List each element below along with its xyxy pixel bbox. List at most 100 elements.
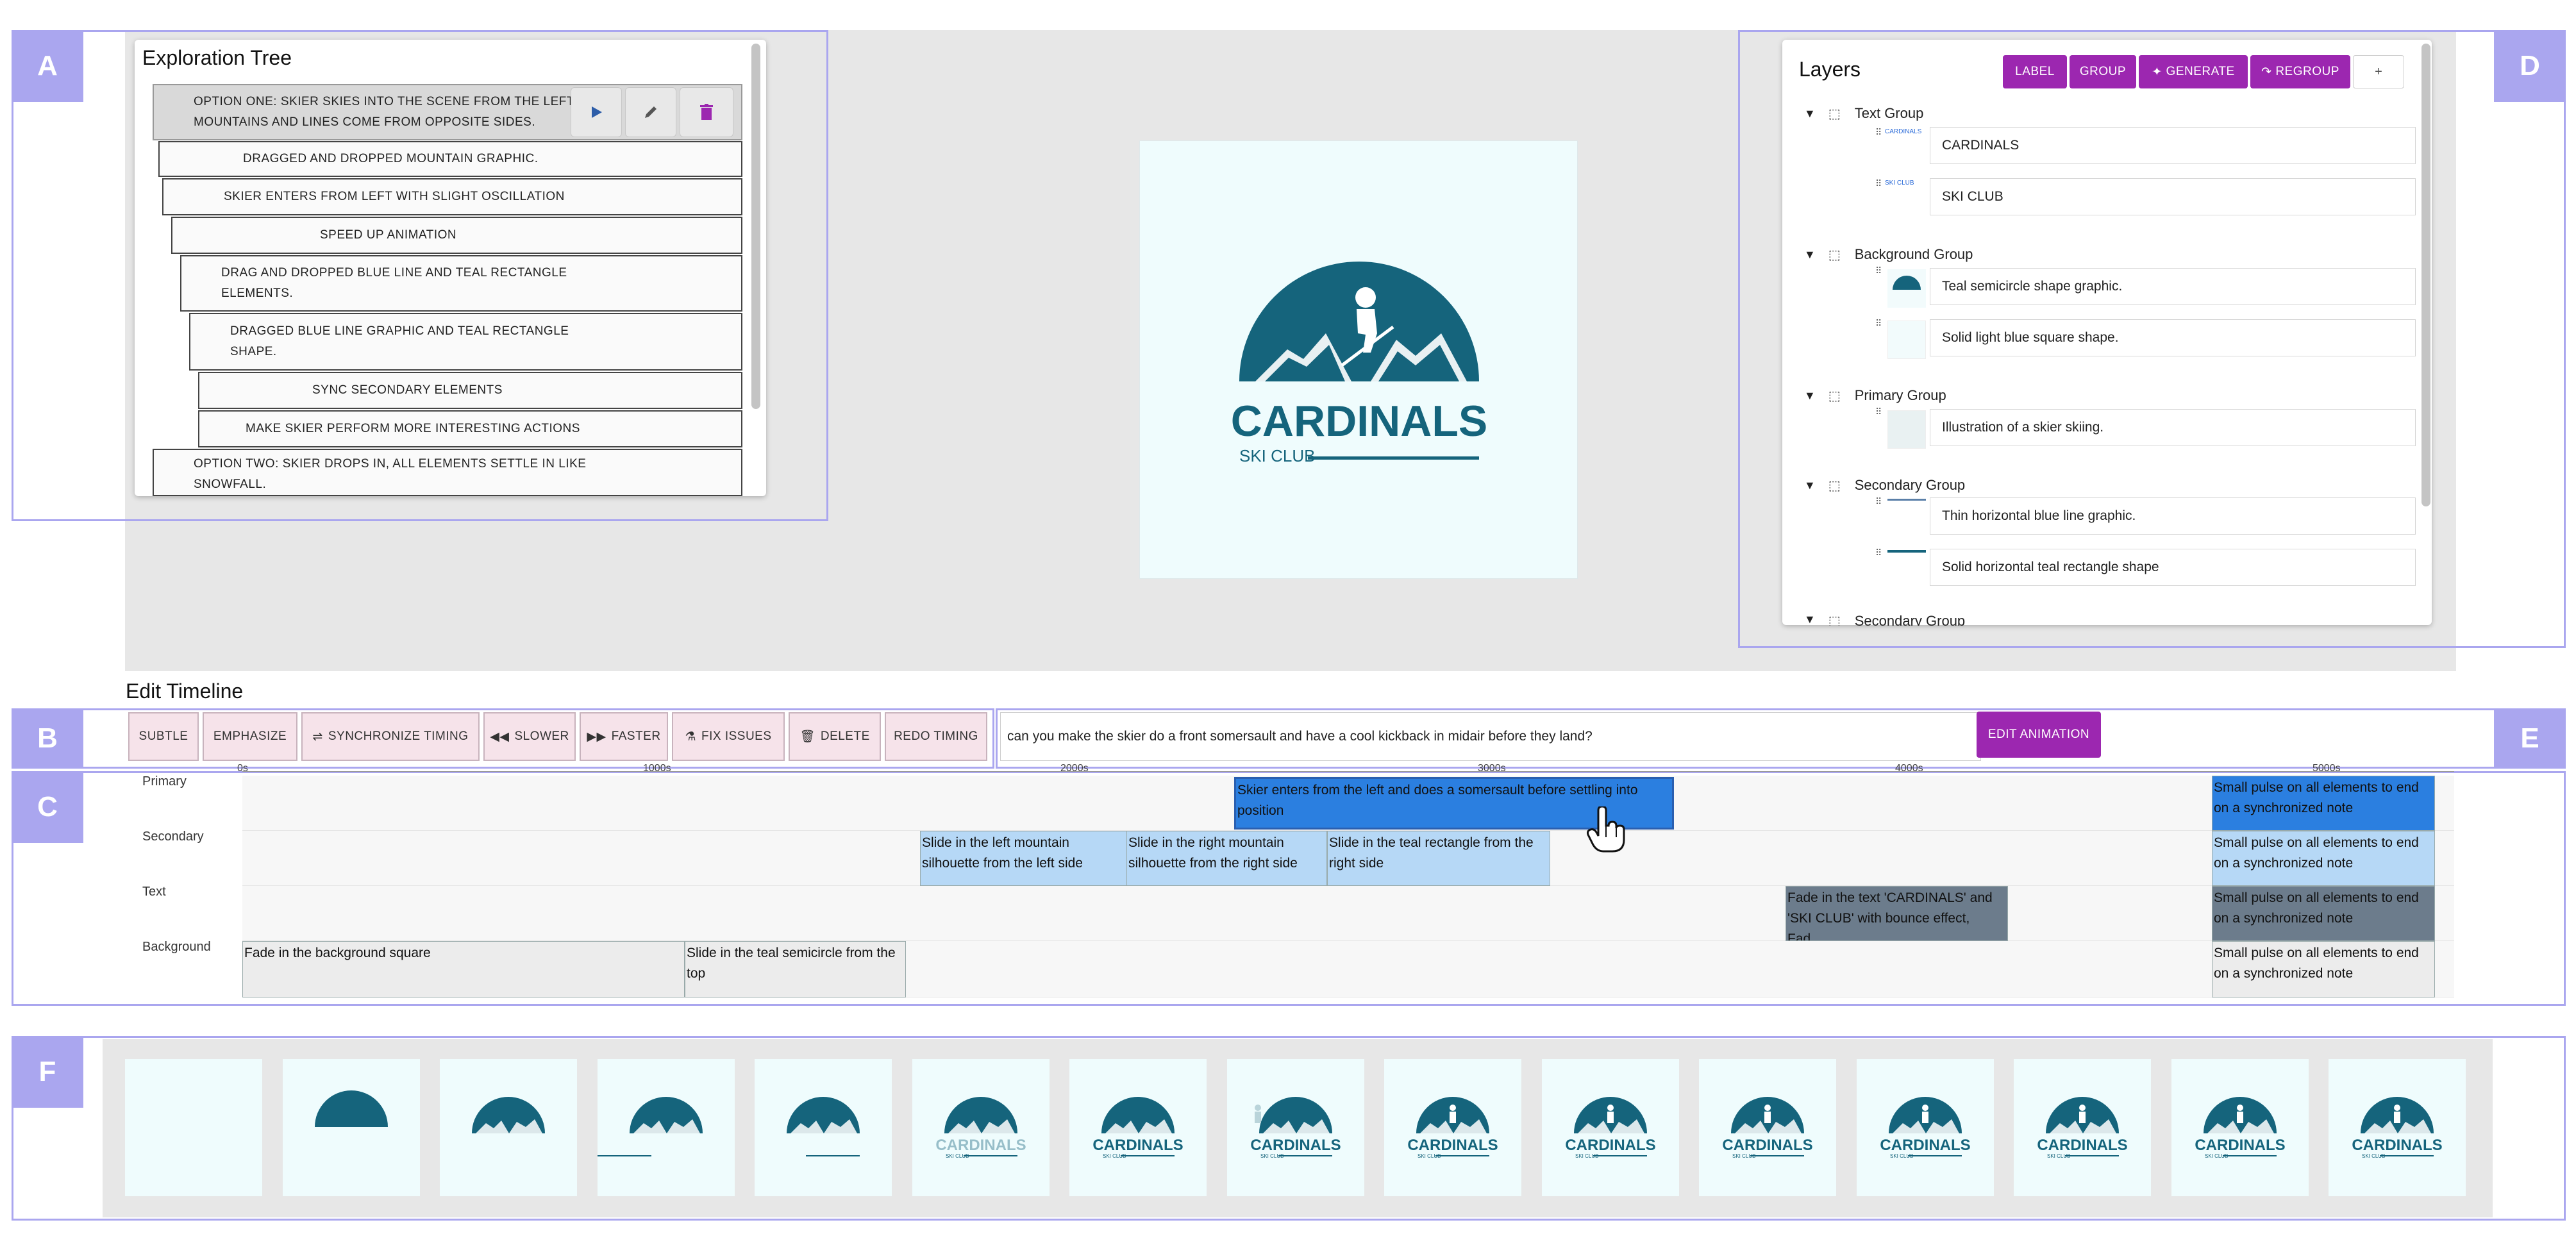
tree-node[interactable]: SKIER ENTERS FROM LEFT WITH SLIGHT OSCIL… <box>162 178 742 215</box>
group-name: Text Group <box>1854 105 1924 121</box>
layer-name-field[interactable]: Solid light blue square shape. <box>1930 319 2416 356</box>
animation-prompt-input[interactable]: can you make the skier do a front somers… <box>1000 712 1981 761</box>
edit-node-button[interactable] <box>625 87 676 137</box>
filmstrip-frame[interactable]: CARDINALS SKI CLUB <box>1699 1059 1836 1196</box>
hand-cursor-icon <box>1587 805 1625 856</box>
layer-group-secondary-2[interactable]: ▼ ⬚ Secondary Group <box>1804 613 1965 626</box>
layer-group-background[interactable]: ▼ ⬚ Background Group <box>1804 245 1973 264</box>
filmstrip-frame[interactable]: CARDINALS SKI CLUB <box>912 1059 1050 1196</box>
timeline-clip[interactable]: Small pulse on all elements to end on a … <box>2212 886 2435 941</box>
subtle-button[interactable]: SUBTLE <box>128 712 199 761</box>
square-thumbnail <box>1887 321 1926 359</box>
faster-button[interactable]: ▶▶ FASTER <box>580 712 668 761</box>
layer-name-field[interactable]: SKI CLUB <box>1930 178 2416 215</box>
timeline-clip[interactable]: Slide in the left mountain silhouette fr… <box>920 831 1128 886</box>
frame-sub-text: SKI CLUB <box>1418 1153 1441 1159</box>
frame-brand-text: CARDINALS <box>2352 1137 2442 1154</box>
tree-node-label: DRAGGED AND DROPPED MOUNTAIN GRAPHIC. <box>243 152 539 165</box>
play-button[interactable] <box>571 87 622 137</box>
synchronize-timing-button[interactable]: ⇌ SYNCHRONIZE TIMING <box>301 712 480 761</box>
artboard[interactable]: CARDINALS SKI CLUB <box>1139 140 1578 579</box>
filmstrip-frame[interactable] <box>597 1059 735 1196</box>
region-f-tag: F <box>12 1036 83 1108</box>
layers-scrollbar[interactable] <box>2421 44 2430 506</box>
filmstrip-frame[interactable]: CARDINALS SKI CLUB <box>2171 1059 2309 1196</box>
tree-node[interactable]: DRAG AND DROPPED BLUE LINE AND TEAL RECT… <box>180 255 742 312</box>
timeline-clip[interactable]: Slide in the right mountain silhouette f… <box>1126 831 1327 886</box>
drag-handle-icon[interactable]: ⠿ <box>1875 547 1882 558</box>
frame-sub-text: SKI CLUB <box>2205 1153 2228 1159</box>
emphasize-button[interactable]: EMPHASIZE <box>203 712 297 761</box>
tree-node[interactable]: MAKE SKIER PERFORM MORE INTERESTING ACTI… <box>198 410 742 447</box>
edit-animation-button[interactable]: EDIT ANIMATION <box>1977 712 2101 758</box>
filmstrip-frame[interactable]: CARDINALS SKI CLUB <box>2329 1059 2466 1196</box>
tree-node-label: ELEMENTS. <box>221 287 294 300</box>
track-label-background: Background <box>142 940 211 954</box>
generate-button[interactable]: ✦ GENERATE <box>2139 55 2248 88</box>
layer-group-primary[interactable]: ▼ ⬚ Primary Group <box>1804 386 1946 405</box>
slower-button[interactable]: ◀◀ SLOWER <box>483 712 576 761</box>
tree-node-label: SKIER ENTERS FROM LEFT WITH SLIGHT OSCIL… <box>224 190 565 203</box>
filmstrip-frame[interactable]: CARDINALS SKI CLUB <box>1226 1059 1364 1196</box>
layer-name-field[interactable]: Teal semicircle shape graphic. <box>1930 268 2416 305</box>
filmstrip-frame[interactable] <box>282 1059 420 1196</box>
drag-handle-icon[interactable]: ⠿ <box>1875 496 1882 507</box>
filmstrip-frame[interactable] <box>440 1059 577 1196</box>
filmstrip-frame[interactable]: CARDINALS SKI CLUB <box>1541 1059 1679 1196</box>
timeline-clip[interactable]: Small pulse on all elements to end on a … <box>2212 776 2435 831</box>
fix-issues-button[interactable]: ⚗ FIX ISSUES <box>672 712 785 761</box>
ruler-tick-label: 2000s <box>1060 763 1089 774</box>
tree-node[interactable]: DRAGGED BLUE LINE GRAPHIC AND TEAL RECTA… <box>189 313 742 371</box>
region-c-tag: C <box>12 771 83 843</box>
timeline-ruler[interactable] <box>242 763 2454 772</box>
tree-node-label: SHAPE. <box>230 345 277 358</box>
redo-timing-button[interactable]: REDO TIMING <box>885 712 987 761</box>
filmstrip-frame[interactable]: CARDINALS SKI CLUB <box>2014 1059 2151 1196</box>
filmstrip-frame[interactable] <box>755 1059 892 1196</box>
timeline-clip[interactable]: Fade in the text 'CARDINALS' and 'SKI CL… <box>1786 886 2008 941</box>
tree-scrollbar[interactable] <box>751 44 760 409</box>
delete-clip-button[interactable]: 🗑 DELETE <box>789 712 881 761</box>
timeline-clip[interactable]: Small pulse on all elements to end on a … <box>2212 831 2435 886</box>
tree-node[interactable]: SPEED UP ANIMATION <box>171 217 742 254</box>
tree-node-option-two[interactable]: OPTION TWO: SKIER DROPS IN, ALL ELEMENTS… <box>153 449 742 496</box>
region-e-tag: E <box>2494 708 2566 769</box>
filmstrip-frame[interactable]: CARDINALS SKI CLUB <box>1384 1059 1521 1196</box>
chip-label: FASTER <box>611 730 661 743</box>
semicircle-thumbnail <box>1887 269 1926 308</box>
timeline-clip[interactable]: Slide in the teal rectangle from the rig… <box>1327 831 1550 886</box>
timeline-clip[interactable]: Slide in the teal semicircle from the to… <box>685 941 906 997</box>
drag-handle-icon[interactable]: ⠿ <box>1875 265 1882 276</box>
filmstrip-frame[interactable]: CARDINALS SKI CLUB <box>1069 1059 1207 1196</box>
frame-brand-text: CARDINALS <box>935 1137 1026 1154</box>
layer-group-secondary[interactable]: ▼ ⬚ Secondary Group <box>1804 476 1965 495</box>
timeline-clip[interactable]: Small pulse on all elements to end on a … <box>2212 941 2435 997</box>
drag-handle-icon[interactable]: ⠿ <box>1875 406 1882 417</box>
group-button[interactable]: GROUP <box>2070 55 2136 88</box>
layer-group-text[interactable]: ▼ ⬚ Text Group <box>1804 104 1923 123</box>
track-label-secondary: Secondary <box>142 830 204 844</box>
add-layer-button[interactable]: + <box>2353 55 2404 88</box>
filmstrip-frame[interactable]: CARDINALS SKI CLUB <box>1856 1059 1994 1196</box>
drag-handle-icon[interactable]: ⠿ <box>1875 178 1882 189</box>
expand-arrow-icon: ▼ <box>1804 613 1816 626</box>
tree-node[interactable]: SYNC SECONDARY ELEMENTS <box>198 372 742 409</box>
tree-node[interactable]: DRAGGED AND DROPPED MOUNTAIN GRAPHIC. <box>158 141 742 177</box>
layer-name-field[interactable]: Solid horizontal teal rectangle shape <box>1930 549 2416 586</box>
drag-handle-icon[interactable]: ⠿ <box>1875 127 1882 138</box>
magic-wand-icon: ✦ <box>2152 65 2162 79</box>
timeline-clip[interactable]: Fade in the background square <box>242 941 685 997</box>
exploration-tree-title: Exploration Tree <box>142 46 292 69</box>
regroup-button[interactable]: ↷ REGROUP <box>2250 55 2350 88</box>
delete-node-button[interactable] <box>680 87 733 137</box>
layer-name-field[interactable]: Thin horizontal blue line graphic. <box>1930 497 2416 535</box>
drag-handle-icon[interactable]: ⠿ <box>1875 318 1882 329</box>
layer-name-field[interactable]: CARDINALS <box>1930 127 2416 164</box>
label-button[interactable]: LABEL <box>2003 55 2067 88</box>
layer-name-field[interactable]: Illustration of a skier skiing. <box>1930 409 2416 446</box>
tree-node-label: SYNC SECONDARY ELEMENTS <box>312 383 503 397</box>
region-a-tag: A <box>12 30 83 102</box>
expand-arrow-icon: ▼ <box>1804 247 1816 261</box>
ruler-tick-label: 0s <box>237 763 248 774</box>
filmstrip-frame[interactable] <box>125 1059 262 1196</box>
